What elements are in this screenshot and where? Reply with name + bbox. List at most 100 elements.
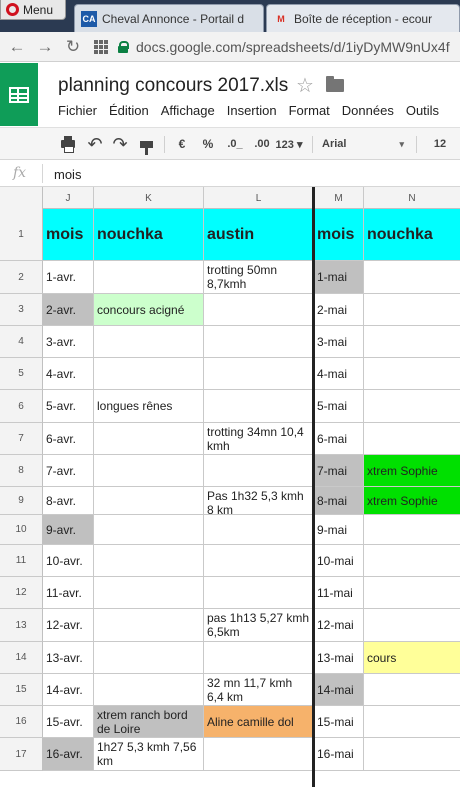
cell-n2[interactable] [364, 261, 460, 294]
url-field[interactable]: docs.google.com/spreadsheets/d/1iyDyMW9n… [136, 39, 450, 55]
cell-m6[interactable]: 5-mai [314, 390, 364, 423]
column-header-n[interactable]: N [364, 187, 460, 209]
row-header[interactable]: 6 [0, 390, 43, 423]
cell-j4[interactable]: 3-avr. [43, 326, 94, 358]
cell-j2[interactable]: 1-avr. [43, 261, 94, 294]
cell-l7[interactable]: trotting 34mn 10,4 kmh [204, 423, 314, 455]
cell-m12[interactable]: 11-mai [314, 577, 364, 609]
forward-arrow-icon[interactable]: → [34, 36, 56, 58]
cell-n9[interactable]: xtrem Sophie [364, 487, 460, 515]
sheets-home-button[interactable] [0, 63, 38, 126]
cell-n10[interactable] [364, 515, 460, 545]
row-header[interactable]: 8 [0, 455, 43, 487]
more-formats-button[interactable]: 123 ▾ [274, 134, 304, 154]
cell-l6[interactable] [204, 390, 314, 423]
cell-m15[interactable]: 14-mai [314, 674, 364, 706]
increase-decimal-button[interactable]: .00 [250, 134, 274, 154]
cell-m2[interactable]: 1-mai [314, 261, 364, 294]
browser-tab-cheval-annonce[interactable]: CA Cheval Annonce - Portail d [74, 4, 264, 32]
folder-icon[interactable] [326, 76, 344, 92]
cell-m9[interactable]: 8-mai [314, 487, 364, 515]
cell-k13[interactable] [94, 609, 204, 642]
cell-l9[interactable]: Pas 1h32 5,3 kmh 8 km [204, 487, 314, 515]
speed-dial-grid-icon[interactable] [94, 39, 108, 54]
cell-l10[interactable] [204, 515, 314, 545]
redo-icon[interactable]: ↷ [111, 134, 129, 154]
cell-j13[interactable]: 12-avr. [43, 609, 94, 642]
cell-j17[interactable]: 16-avr. [43, 738, 94, 771]
cell-k8[interactable] [94, 455, 204, 487]
cell-k1[interactable]: nouchka [94, 209, 204, 261]
cell-k6[interactable]: longues rênes [94, 390, 204, 423]
cell-j10[interactable]: 9-avr. [43, 515, 94, 545]
column-header-l[interactable]: L [204, 187, 314, 209]
cell-l11[interactable] [204, 545, 314, 577]
cell-k9[interactable] [94, 487, 204, 515]
cell-k3[interactable]: concours acigné [94, 294, 204, 326]
browser-tab-gmail[interactable]: M Boîte de réception - ecour [266, 4, 460, 32]
row-header[interactable]: 5 [0, 358, 43, 390]
font-size-dropdown[interactable]: 12 [428, 134, 452, 154]
cell-j5[interactable]: 4-avr. [43, 358, 94, 390]
cell-l17[interactable] [204, 738, 314, 771]
undo-icon[interactable]: ↶ [86, 134, 104, 154]
cell-j7[interactable]: 6-avr. [43, 423, 94, 455]
row-header[interactable]: 3 [0, 294, 43, 326]
cell-j1[interactable]: mois [43, 209, 94, 261]
cell-k14[interactable] [94, 642, 204, 674]
cell-k2[interactable] [94, 261, 204, 294]
row-header[interactable]: 11 [0, 545, 43, 577]
cell-l14[interactable] [204, 642, 314, 674]
row-header[interactable]: 9 [0, 487, 43, 515]
reload-icon[interactable]: ↻ [62, 36, 84, 58]
currency-format-button[interactable]: € [174, 134, 190, 154]
cell-m13[interactable]: 12-mai [314, 609, 364, 642]
cell-n1[interactable]: nouchka [364, 209, 460, 261]
cell-m17[interactable]: 16-mai [314, 738, 364, 771]
cell-n3[interactable] [364, 294, 460, 326]
cell-j16[interactable]: 15-avr. [43, 706, 94, 738]
row-header[interactable]: 15 [0, 674, 43, 706]
cell-l15[interactable]: 32 mn 11,7 kmh 6,4 km [204, 674, 314, 706]
cell-m7[interactable]: 6-mai [314, 423, 364, 455]
cell-k15[interactable] [94, 674, 204, 706]
cell-k16[interactable]: xtrem ranch bord de Loire [94, 706, 204, 738]
formula-input[interactable]: mois [54, 167, 81, 182]
column-header-m[interactable]: M [314, 187, 364, 209]
cell-l12[interactable] [204, 577, 314, 609]
cell-n15[interactable] [364, 674, 460, 706]
cell-n17[interactable] [364, 738, 460, 771]
cell-m8[interactable]: 7-mai [314, 455, 364, 487]
back-arrow-icon[interactable]: ← [6, 36, 28, 58]
row-header[interactable]: 17 [0, 738, 43, 771]
cell-n4[interactable] [364, 326, 460, 358]
cell-k5[interactable] [94, 358, 204, 390]
document-title[interactable]: planning concours 2017.xls [58, 75, 288, 97]
cell-n12[interactable] [364, 577, 460, 609]
cell-l5[interactable] [204, 358, 314, 390]
cell-l2[interactable]: trotting 50mn 8,7kmh [204, 261, 314, 294]
cell-n5[interactable] [364, 358, 460, 390]
cell-n7[interactable] [364, 423, 460, 455]
row-header[interactable]: 10 [0, 515, 43, 545]
row-header[interactable]: 7 [0, 423, 43, 455]
cell-l4[interactable] [204, 326, 314, 358]
paint-format-icon[interactable] [138, 134, 154, 155]
cell-j9[interactable]: 8-avr. [43, 487, 94, 515]
decrease-decimal-button[interactable]: .0_ [224, 134, 246, 154]
menu-edition[interactable]: Édition [109, 103, 149, 118]
cell-j6[interactable]: 5-avr. [43, 390, 94, 423]
cell-k4[interactable] [94, 326, 204, 358]
font-family-dropdown[interactable]: Arial [322, 134, 408, 154]
cell-m10[interactable]: 9-mai [314, 515, 364, 545]
cell-l13[interactable]: pas 1h13 5,27 kmh 6,5km [204, 609, 314, 642]
cell-m4[interactable]: 3-mai [314, 326, 364, 358]
cell-m11[interactable]: 10-mai [314, 545, 364, 577]
select-all-corner[interactable] [0, 187, 43, 209]
print-icon[interactable] [60, 134, 76, 154]
star-icon[interactable]: ☆ [296, 73, 314, 98]
cell-k12[interactable] [94, 577, 204, 609]
cell-l16[interactable]: Aline camille dol [204, 706, 314, 738]
row-header[interactable]: 13 [0, 609, 43, 642]
cell-j8[interactable]: 7-avr. [43, 455, 94, 487]
